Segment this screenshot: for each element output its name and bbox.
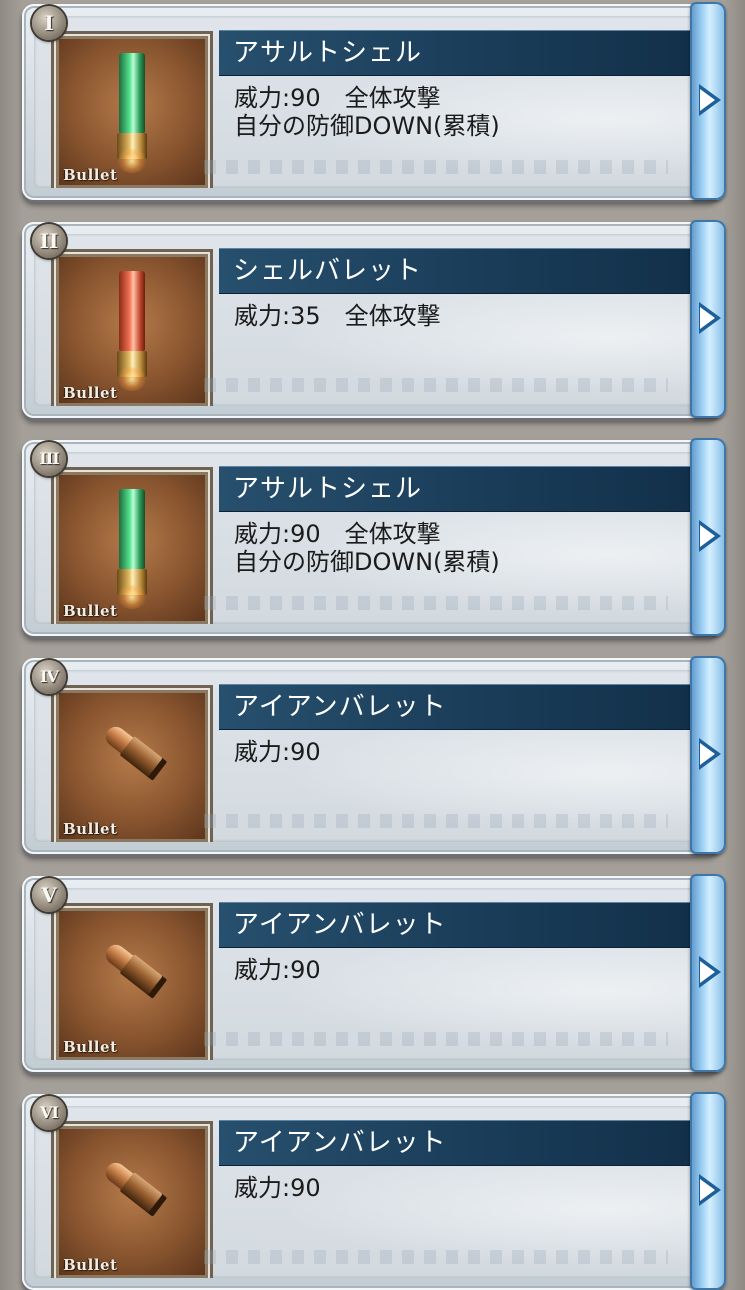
power-line: 威力:90 (234, 956, 321, 984)
slot-number-badge: VI (32, 1096, 66, 1130)
title-bar: アサルトシェル (219, 30, 691, 76)
bullet-card[interactable]: Bullet シェルバレット 威力:35 全体攻撃 II (22, 220, 726, 418)
slot-number-badge: V (32, 878, 66, 912)
red-shell-icon (117, 271, 147, 391)
power-line: 威力:90 (234, 738, 321, 766)
title-bar: アイアンバレット (219, 902, 691, 948)
chevron-right-icon[interactable] (690, 438, 726, 636)
effect-line: 自分の防御DOWN(累積) (234, 548, 500, 576)
bullet-description: 威力:35 全体攻撃 (234, 302, 674, 330)
bullet-name: アイアンバレット (233, 1128, 447, 1158)
bullet-name: アイアンバレット (233, 910, 447, 940)
iron-bullet-icon (101, 721, 168, 781)
slot-number-badge: I (32, 6, 66, 40)
chevron-right-icon[interactable] (690, 656, 726, 854)
chevron-right-icon[interactable] (690, 2, 726, 200)
power-line: 威力:35 全体攻撃 (234, 302, 441, 330)
bullet-card[interactable]: Bullet アイアンバレット 威力:90 VI (22, 1092, 726, 1290)
title-bar: アイアンバレット (219, 684, 691, 730)
bullet-description: 威力:90 (234, 1174, 674, 1202)
bullet-thumbnail: Bullet (54, 34, 210, 188)
chevron-right-icon[interactable] (690, 874, 726, 1072)
bullet-name: アイアンバレット (233, 692, 447, 722)
card-panel: Bullet アサルトシェル 威力:90 全体攻撃 自分の防御DOWN(累積) (34, 452, 708, 624)
power-line: 威力:90 全体攻撃 (234, 520, 441, 548)
effect-line: 自分の防御DOWN(累積) (234, 112, 500, 140)
bullet-list: Bullet アサルトシェル 威力:90 全体攻撃 自分の防御DOWN(累積) … (0, 0, 745, 1290)
slot-number-badge: II (32, 224, 66, 258)
thumbnail-type-label: Bullet (63, 820, 118, 838)
thumbnail-type-label: Bullet (63, 1256, 118, 1274)
bullet-thumbnail: Bullet (54, 470, 210, 624)
bullet-description: 威力:90 全体攻撃 自分の防御DOWN(累積) (234, 520, 674, 576)
bullet-thumbnail: Bullet (54, 1124, 210, 1278)
bullet-name: アサルトシェル (233, 38, 423, 68)
card-panel: Bullet シェルバレット 威力:35 全体攻撃 (34, 234, 708, 406)
slot-number-badge: III (32, 442, 66, 476)
bullet-description: 威力:90 (234, 956, 674, 984)
thumbnail-type-label: Bullet (63, 166, 118, 184)
bullet-card[interactable]: Bullet アイアンバレット 威力:90 IV (22, 656, 726, 854)
card-panel: Bullet アイアンバレット 威力:90 (34, 670, 708, 842)
title-bar: アイアンバレット (219, 1120, 691, 1166)
chevron-right-icon[interactable] (690, 220, 726, 418)
thumbnail-type-label: Bullet (63, 384, 118, 402)
iron-bullet-icon (101, 1157, 168, 1217)
bullet-name: アサルトシェル (233, 474, 423, 504)
thumbnail-type-label: Bullet (63, 602, 118, 620)
power-line: 威力:90 (234, 1174, 321, 1202)
bullet-name: シェルバレット (233, 256, 423, 286)
bullet-thumbnail: Bullet (54, 252, 210, 406)
slot-number-badge: IV (32, 660, 66, 694)
iron-bullet-icon (101, 939, 168, 999)
card-panel: Bullet アサルトシェル 威力:90 全体攻撃 自分の防御DOWN(累積) (34, 16, 708, 188)
green-shell-icon (117, 53, 147, 173)
title-bar: アサルトシェル (219, 466, 691, 512)
bullet-description: 威力:90 (234, 738, 674, 766)
power-line: 威力:90 全体攻撃 (234, 84, 441, 112)
bullet-card[interactable]: Bullet アイアンバレット 威力:90 V (22, 874, 726, 1072)
bullet-card[interactable]: Bullet アサルトシェル 威力:90 全体攻撃 自分の防御DOWN(累積) … (22, 2, 726, 200)
chevron-right-icon[interactable] (690, 1092, 726, 1290)
green-shell-icon (117, 489, 147, 609)
bullet-description: 威力:90 全体攻撃 自分の防御DOWN(累積) (234, 84, 674, 140)
bullet-card[interactable]: Bullet アサルトシェル 威力:90 全体攻撃 自分の防御DOWN(累積) … (22, 438, 726, 636)
thumbnail-type-label: Bullet (63, 1038, 118, 1056)
title-bar: シェルバレット (219, 248, 691, 294)
bullet-thumbnail: Bullet (54, 688, 210, 842)
card-panel: Bullet アイアンバレット 威力:90 (34, 1106, 708, 1278)
card-panel: Bullet アイアンバレット 威力:90 (34, 888, 708, 1060)
bullet-thumbnail: Bullet (54, 906, 210, 1060)
